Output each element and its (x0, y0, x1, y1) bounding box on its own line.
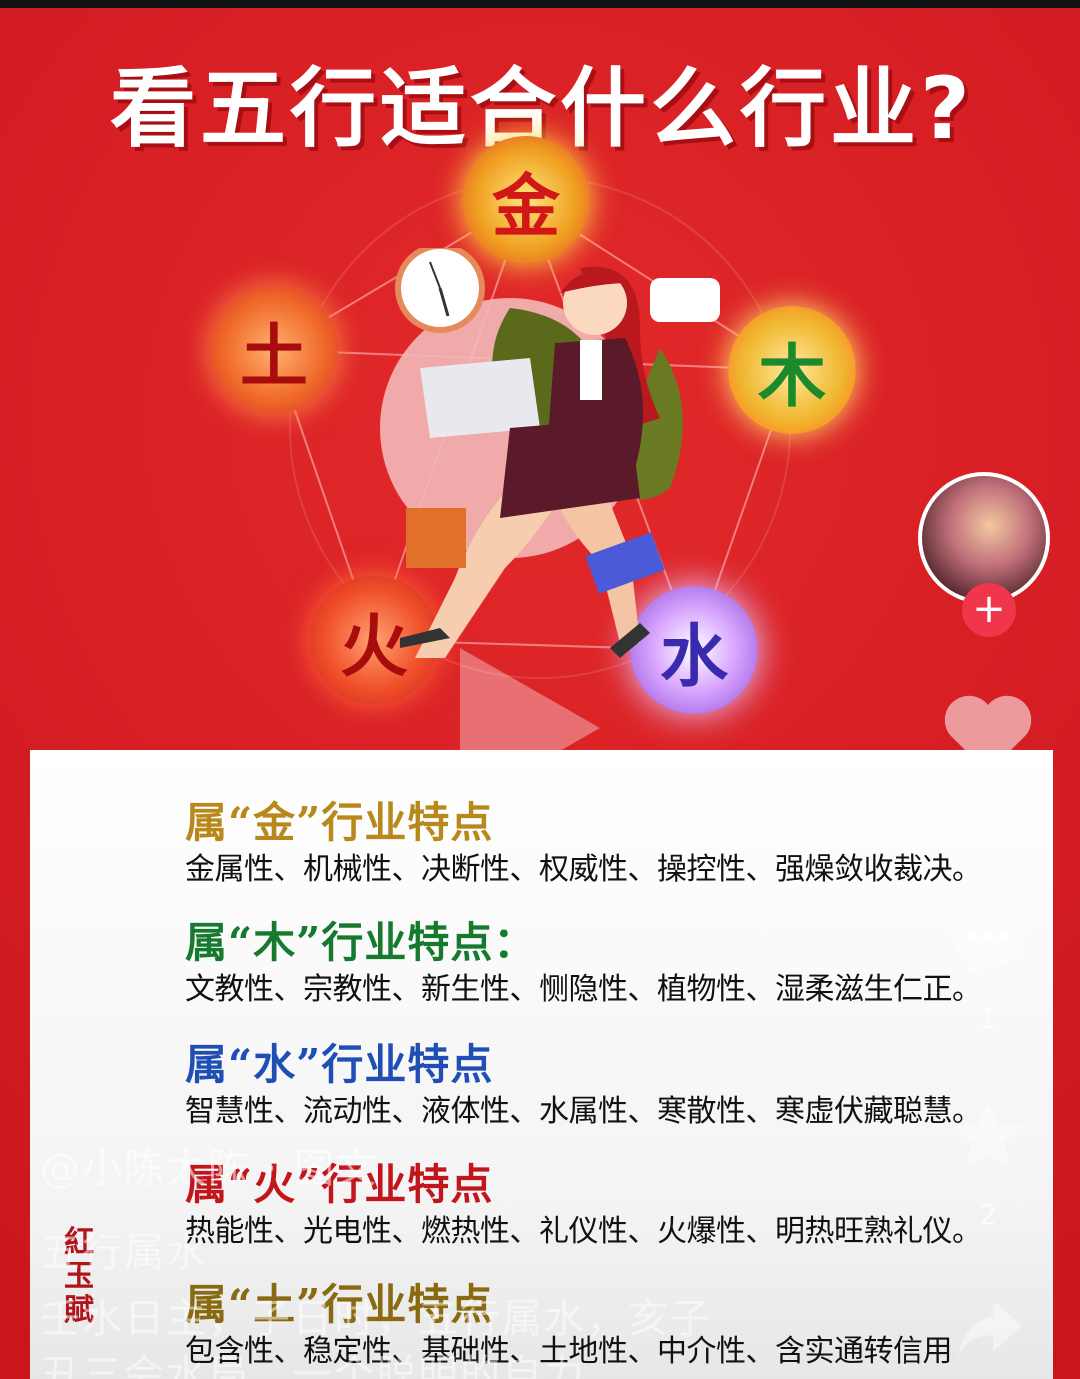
plus-icon: + (972, 586, 1006, 632)
author-username[interactable]: @小陈太陈 · 图文 (40, 1136, 378, 1194)
follow-button[interactable]: + (962, 583, 1016, 637)
section-desc-wood: 文教性、宗教性、新生性、恻隐性、植物性、湿柔滋生仁正。 (185, 972, 982, 1007)
section-metal: 属“金”行业特点 金属性、机械性、决断性、权威性、操控性、强燥敛收裁决。 (185, 798, 982, 890)
like-count: 6 (979, 790, 997, 823)
share-icon[interactable] (950, 1294, 1030, 1364)
element-orb-earth: 土 (210, 286, 338, 414)
comment-icon[interactable] (944, 898, 1032, 978)
caption-line-1: 五行属水 (40, 1230, 208, 1276)
favorite-count: 2 (979, 1198, 997, 1231)
section-desc-metal: 金属性、机械性、决断性、权威性、操控性、强燥敛收裁决。 (185, 852, 982, 887)
comment-count: 1 (979, 1002, 997, 1035)
caption-line-3: 丑三会水局，一个聪明的自力 (40, 1352, 586, 1379)
section-water: 属“水”行业特点 智慧性、流动性、液体性、水属性、寒散性、寒虚伏藏聪慧。 (185, 1040, 982, 1132)
heart-icon[interactable] (940, 688, 1036, 778)
section-heading-water: 属“水”行业特点 (185, 1040, 494, 1089)
section-heading-metal: 属“金”行业特点 (185, 798, 494, 847)
poster-image: 看五行适合什么行业? 金 木 土 火 水 属“金”行业特点 金属性、机械性、决断… (0, 8, 1080, 1379)
caption-line-2: 壬水日主，子日时，五行属水，亥子 (40, 1296, 712, 1342)
section-desc-fire: 热能性、光电性、燃热性、礼仪性、火爆性、明热旺熟礼仪。 (185, 1214, 982, 1249)
section-wood: 属“木”行业特点： 文教性、宗教性、新生性、恻隐性、植物性、湿柔滋生仁正。 (185, 918, 982, 1010)
section-heading-wood: 属“木”行业特点： (185, 918, 537, 967)
element-orb-metal: 金 (462, 136, 590, 264)
industry-traits-card: 属“金”行业特点 金属性、机械性、决断性、权威性、操控性、强燥敛收裁决。 属“木… (30, 750, 1053, 1379)
businesswoman-illustration (380, 248, 720, 658)
star-icon[interactable] (946, 1094, 1030, 1178)
section-desc-water: 智慧性、流动性、液体性、水属性、寒散性、寒虚伏藏聪慧。 (185, 1094, 982, 1129)
status-bar-strip (0, 0, 1080, 8)
